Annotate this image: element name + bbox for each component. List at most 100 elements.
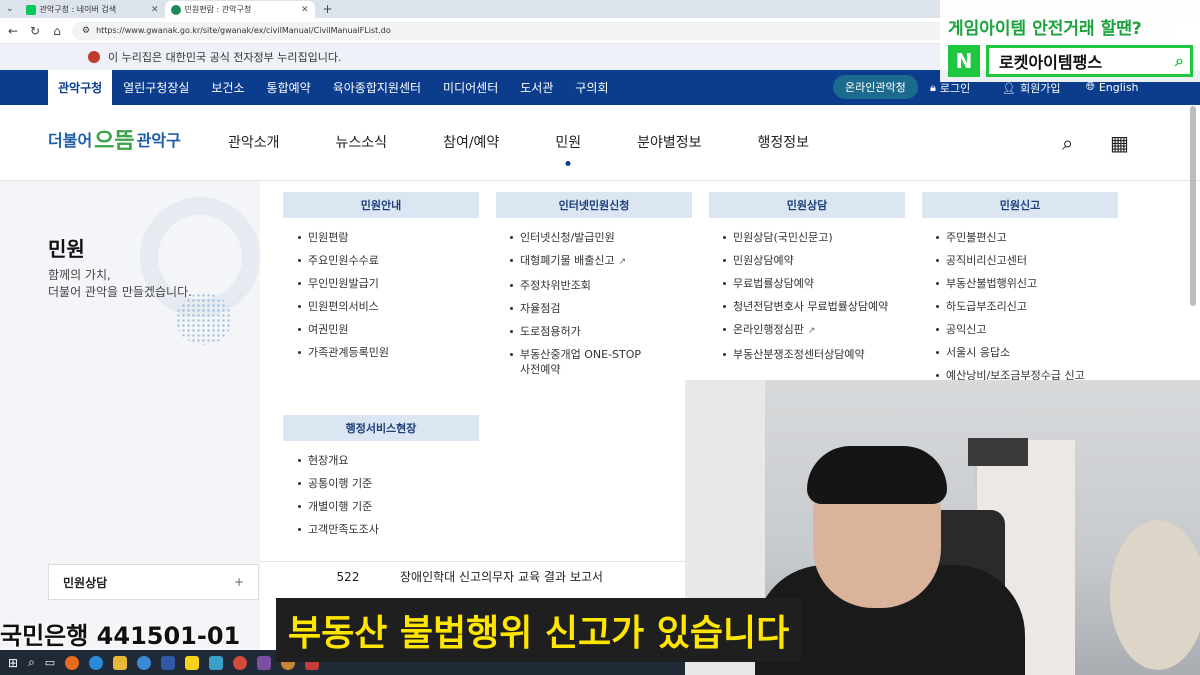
file-explorer-icon[interactable] <box>113 655 128 670</box>
mega-menu-link[interactable]: 주요민원수수료 <box>298 249 389 272</box>
close-icon[interactable]: ✕ <box>301 5 309 15</box>
mega-column-list: 민원편람 주요민원수수료 무인민원발급기 민원편의서비스 여권민원 가족관계등록… <box>298 226 389 364</box>
mega-menu-link[interactable]: 공익신고 <box>936 318 1085 341</box>
main-menu-item-selected[interactable]: 민원 <box>555 132 581 152</box>
home-icon[interactable]: ⌂ <box>50 24 64 38</box>
link-label: 온라인행정심판 <box>733 323 804 336</box>
close-icon[interactable]: ✕ <box>151 5 159 15</box>
webcam-lamp <box>1110 520 1200 670</box>
sidebar-accordion-item[interactable]: 민원상담 + <box>48 564 259 600</box>
search-icon[interactable]: ⌕ <box>28 655 35 670</box>
mega-menu-link[interactable]: 인터넷신청/발급민원 <box>510 226 650 249</box>
mega-menu-link[interactable]: 대형폐기물 배출신고 ↗ <box>510 249 650 274</box>
top-nav-item[interactable]: 도서관 <box>509 70 564 105</box>
logo-right-text: 관악구 <box>136 131 181 150</box>
main-menu-item[interactable]: 뉴스소식 <box>336 132 388 152</box>
browser-tab-gwanak[interactable]: 민원편람 : 관악구청 ✕ <box>164 1 315 18</box>
mega-menu-link[interactable]: 청년전담변호사 무료법률상담예약 <box>723 295 888 318</box>
top-nav-item[interactable]: 열린구청장실 <box>112 70 200 105</box>
mega-menu-link[interactable]: 무인민원발급기 <box>298 272 389 295</box>
url-text: https://www.gwanak.go.kr/site/gwanak/ex/… <box>96 26 391 35</box>
top-nav-item[interactable]: 육아종합지원센터 <box>322 70 432 105</box>
external-link-icon: ↗ <box>807 326 816 336</box>
app-icon[interactable] <box>257 655 272 670</box>
edge-icon[interactable] <box>89 655 104 670</box>
mega-menu-link[interactable]: 고객만족도조사 <box>298 518 379 541</box>
mega-menu-link[interactable]: 도로점용허가 <box>510 320 650 343</box>
top-nav-item[interactable]: 통합예약 <box>256 70 322 105</box>
back-icon[interactable]: ← <box>6 24 20 38</box>
mega-menu-link[interactable]: 자율점검 <box>510 297 650 320</box>
mega-menu-link[interactable]: 부동산불법행위신고 <box>936 272 1085 295</box>
mega-menu-link[interactable]: 현장개요 <box>298 449 379 472</box>
webcam-person-hair <box>807 446 947 504</box>
search-icon[interactable]: ⌕ <box>1062 131 1073 155</box>
main-menu-item[interactable]: 행정정보 <box>757 132 809 152</box>
tab-label: 관악구청 : 네이버 검색 <box>39 5 117 14</box>
grid-menu-icon[interactable]: ▦ <box>1110 131 1129 155</box>
sidebar-title: 민원 <box>48 237 85 261</box>
site-info-icon[interactable]: ⚙ <box>82 26 90 36</box>
top-nav-item[interactable]: 구의회 <box>564 70 619 105</box>
mega-menu-link[interactable]: 서울시 응답소 <box>936 341 1085 364</box>
browser-tab-naver[interactable]: 관악구청 : 네이버 검색 ✕ <box>20 1 165 18</box>
app-icon[interactable] <box>209 655 224 670</box>
site-header: 더불어 으뜸 관악구 관악소개 뉴스소식 참여/예약 민원 분야별정보 행정정보… <box>0 105 1200 181</box>
mega-column-heading[interactable]: 인터넷민원신청 <box>496 192 692 218</box>
online-gwanak-button[interactable]: 온라인관악청 <box>833 75 918 99</box>
mega-column-heading[interactable]: 민원상담 <box>709 192 905 218</box>
new-tab-button[interactable]: + <box>315 2 341 16</box>
main-menu-item[interactable]: 분야별정보 <box>637 132 701 152</box>
naver-favicon-icon <box>25 4 36 15</box>
mega-column-list: 현장개요 공통이행 기준 개별이행 기준 고객만족도조사 <box>298 449 379 541</box>
mega-menu-link[interactable]: 민원상담예약 <box>723 249 888 272</box>
windows-start-icon[interactable]: ⊞ <box>8 656 18 670</box>
mega-menu-link[interactable]: 주민불편신고 <box>936 226 1085 249</box>
row-title[interactable]: 장애인학대 신고의무자 교육 결과 보고서 <box>388 568 603 585</box>
mega-menu-link[interactable]: 무료법률상담예약 <box>723 272 888 295</box>
mega-menu-link[interactable]: 공통이행 기준 <box>298 472 379 495</box>
task-view-icon[interactable]: ▭ <box>45 656 55 669</box>
webcam-shelf <box>968 438 1028 466</box>
mega-menu-link[interactable]: 부동산중개업 ONE-STOP 사전예약 <box>510 343 650 381</box>
mega-menu-link[interactable]: 공직비리신고센터 <box>936 249 1085 272</box>
main-menu-item[interactable]: 관악소개 <box>228 132 280 152</box>
mega-menu-link[interactable]: 민원편의서비스 <box>298 295 389 318</box>
site-logo[interactable]: 더불어 으뜸 관악구 <box>48 123 181 155</box>
mega-menu-link[interactable]: 온라인행정심판 ↗ <box>723 318 888 343</box>
link-label: 대형폐기물 배출신고 <box>520 254 615 267</box>
ie-icon[interactable] <box>137 655 152 670</box>
mega-menu-link[interactable]: 개별이행 기준 <box>298 495 379 518</box>
login-link[interactable]: 🔒︎ 로그인 <box>930 80 970 96</box>
tab-list-chevron-icon[interactable]: ⌄ <box>0 4 20 14</box>
mega-column-heading[interactable]: 민원안내 <box>283 192 479 218</box>
account-overlay-text: 국민은행 441501-01 <box>0 622 241 650</box>
english-link[interactable]: 🌐︎ English <box>1086 80 1139 94</box>
table-row[interactable]: 522 장애인학대 신고의무자 교육 결과 보고서 <box>260 561 685 591</box>
mega-column-heading[interactable]: 민원신고 <box>922 192 1118 218</box>
top-nav-item[interactable]: 보건소 <box>200 70 255 105</box>
signup-link[interactable]: 👤︎ 회원가입 <box>1002 80 1060 96</box>
plus-icon[interactable]: + <box>234 575 244 589</box>
mega-menu-link[interactable]: 주정차위반조회 <box>510 274 650 297</box>
logo-middle-text: 으뜸 <box>94 129 135 154</box>
mega-menu-link[interactable]: 가족관계등록민원 <box>298 341 389 364</box>
top-nav-item[interactable]: 관악구청 <box>48 70 113 105</box>
mega-menu-link[interactable]: 여권민원 <box>298 318 389 341</box>
chrome-icon[interactable] <box>233 655 248 670</box>
app-icon[interactable] <box>161 655 176 670</box>
mega-menu-link[interactable]: 민원상담(국민신문고) <box>723 226 888 249</box>
external-link-icon: ↗ <box>618 257 627 267</box>
mega-menu-link[interactable]: 민원편람 <box>298 226 389 249</box>
mega-menu-link[interactable]: 하도급부조리신고 <box>936 295 1085 318</box>
firefox-icon[interactable] <box>65 655 80 670</box>
top-nav-item[interactable]: 미디어센터 <box>432 70 509 105</box>
page-scrollbar[interactable] <box>1190 106 1196 306</box>
lock-icon: 🔒︎ <box>930 81 936 94</box>
kakaotalk-icon[interactable] <box>185 655 200 670</box>
signup-label: 회원가입 <box>1019 82 1061 95</box>
mega-column-heading[interactable]: 행정서비스현장 <box>283 415 479 441</box>
reload-icon[interactable]: ↻ <box>28 24 42 38</box>
mega-menu-link[interactable]: 부동산분쟁조정센터상담예약 <box>723 343 888 366</box>
main-menu-item[interactable]: 참여/예약 <box>443 132 499 152</box>
